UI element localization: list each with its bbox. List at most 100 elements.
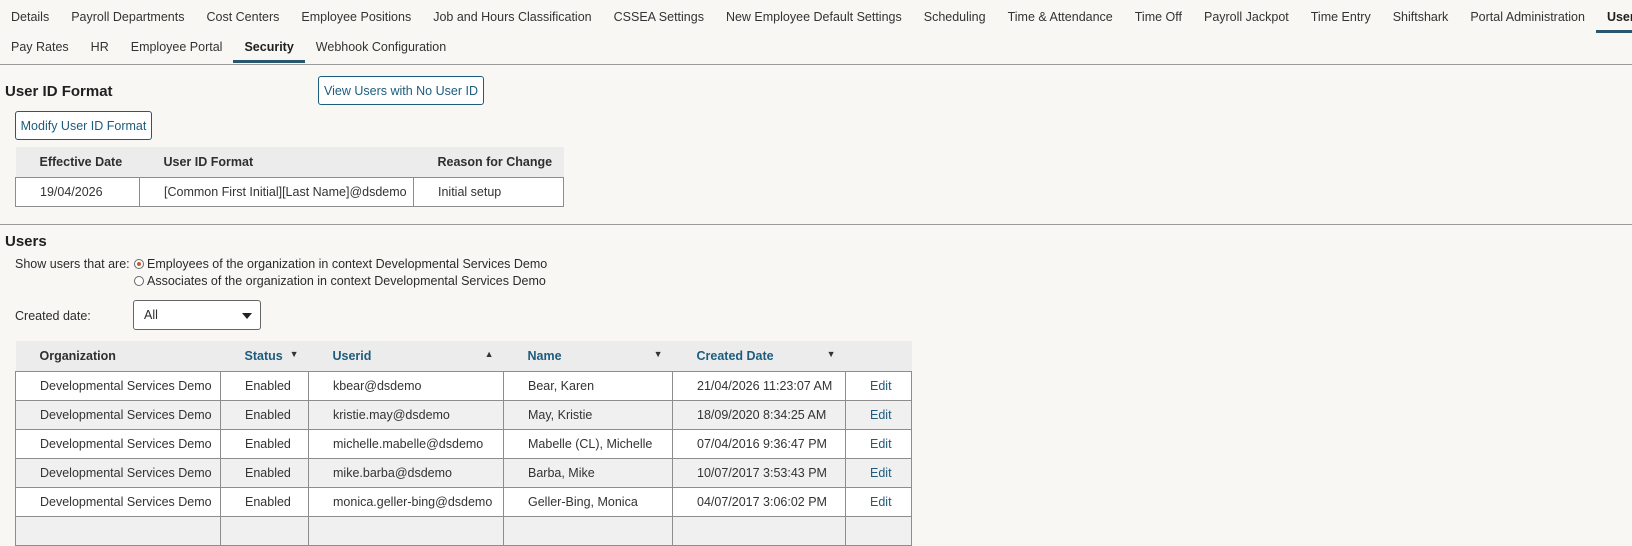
- cell-organization: Developmental Services Demo: [15, 400, 221, 430]
- cell-effective-date: 19/04/2026: [15, 177, 140, 207]
- status-sort-label[interactable]: Status: [245, 349, 283, 363]
- view-users-no-id-button[interactable]: View Users with No User ID: [318, 76, 484, 105]
- users-heading: Users: [5, 233, 47, 250]
- cell-name: May, Kristie: [503, 400, 673, 430]
- tab-time-attendance[interactable]: Time & Attendance: [997, 2, 1124, 32]
- tab-time-off[interactable]: Time Off: [1124, 2, 1193, 32]
- created-date-value: All: [144, 308, 158, 322]
- table-row: Developmental Services Demo Enabled moni…: [15, 487, 912, 517]
- cell-status: Enabled: [220, 371, 309, 401]
- userid-sort-label[interactable]: Userid: [333, 349, 372, 363]
- cell-name: Bear, Karen: [503, 371, 673, 401]
- col-userid[interactable]: Userid ▲: [308, 341, 504, 372]
- tab-cost-centers[interactable]: Cost Centers: [195, 2, 290, 32]
- tab-portal-administration[interactable]: Portal Administration: [1459, 2, 1596, 32]
- cell-organization: Developmental Services Demo: [15, 458, 221, 488]
- created-sort-label[interactable]: Created Date: [697, 349, 774, 363]
- cell-name: Geller-Bing, Monica: [503, 487, 673, 517]
- tab-cssea-settings[interactable]: CSSEA Settings: [603, 2, 715, 32]
- cell-status: Enabled: [220, 400, 309, 430]
- sort-up-icon[interactable]: ▲: [485, 349, 494, 359]
- sort-down-icon[interactable]: ▼: [827, 349, 836, 359]
- col-name[interactable]: Name ▼: [503, 341, 673, 372]
- cell-status: Enabled: [220, 487, 309, 517]
- edit-link[interactable]: Edit: [870, 466, 892, 480]
- tab-new-employee-defaults[interactable]: New Employee Default Settings: [715, 2, 913, 32]
- tab-users[interactable]: Users: [1595, 2, 1632, 33]
- cell-created-date: 18/09/2020 8:34:25 AM: [672, 400, 846, 430]
- radio-selected-icon[interactable]: [134, 259, 144, 269]
- user-id-format-heading: User ID Format: [5, 83, 113, 100]
- tab-employee-positions[interactable]: Employee Positions: [290, 2, 422, 32]
- show-users-label: Show users that are:: [15, 257, 130, 271]
- tab-job-hours-classification[interactable]: Job and Hours Classification: [422, 2, 602, 32]
- user-id-format-table: Effective Date User ID Format Reason for…: [15, 147, 564, 207]
- cell-actions: [845, 516, 912, 546]
- cell-userid: kbear@dsdemo: [308, 371, 504, 401]
- tab-shiftshark[interactable]: Shiftshark: [1382, 2, 1460, 32]
- cell-created-date: 04/07/2017 3:06:02 PM: [672, 487, 846, 517]
- tab-payroll-jackpot[interactable]: Payroll Jackpot: [1193, 2, 1300, 32]
- cell-actions: Edit: [845, 487, 912, 517]
- chevron-down-icon: [242, 313, 252, 319]
- edit-link[interactable]: Edit: [870, 408, 892, 422]
- created-date-label: Created date:: [15, 309, 91, 323]
- sort-down-icon[interactable]: ▼: [290, 349, 299, 359]
- cell-created-date: 07/04/2016 9:36:47 PM: [672, 429, 846, 459]
- section-divider: [0, 224, 1632, 225]
- cell-actions: Edit: [845, 371, 912, 401]
- cell-userid: [308, 516, 504, 546]
- tab-employee-portal[interactable]: Employee Portal: [120, 32, 234, 62]
- cell-userid: michelle.mabelle@dsdemo: [308, 429, 504, 459]
- cell-reason: Initial setup: [413, 177, 564, 207]
- radio-employees-option[interactable]: Employees of the organization in context…: [134, 257, 547, 271]
- cell-user-id-format: [Common First Initial][Last Name]@dsdemo: [139, 177, 414, 207]
- tab-webhook-configuration[interactable]: Webhook Configuration: [305, 32, 457, 62]
- sort-down-icon[interactable]: ▼: [654, 349, 663, 359]
- users-table: Organization Status ▼ Userid ▲ Name ▼ Cr…: [15, 341, 912, 546]
- table-row: Developmental Services Demo Enabled mich…: [15, 429, 912, 459]
- radio-unselected-icon[interactable]: [134, 276, 144, 286]
- cell-organization: Developmental Services Demo: [15, 487, 221, 517]
- tab-pay-rates[interactable]: Pay Rates: [0, 32, 80, 62]
- tab-details[interactable]: Details: [0, 2, 60, 32]
- radio-employees-label: Employees of the organization in context…: [147, 257, 548, 271]
- cell-userid: mike.barba@dsdemo: [308, 458, 504, 488]
- table-row: Developmental Services Demo Enabled kbea…: [15, 371, 912, 401]
- edit-link[interactable]: Edit: [870, 379, 892, 393]
- table-row: Developmental Services Demo Enabled mike…: [15, 458, 912, 488]
- edit-link[interactable]: Edit: [870, 495, 892, 509]
- created-date-select[interactable]: All: [133, 300, 261, 330]
- radio-associates-label: Associates of the organization in contex…: [147, 274, 546, 288]
- cell-name: Barba, Mike: [503, 458, 673, 488]
- name-sort-label[interactable]: Name: [528, 349, 562, 363]
- col-actions: [845, 341, 912, 372]
- cell-userid: monica.geller-bing@dsdemo: [308, 487, 504, 517]
- col-organization: Organization: [15, 341, 221, 372]
- cell-actions: Edit: [845, 400, 912, 430]
- radio-associates-option[interactable]: Associates of the organization in contex…: [134, 274, 546, 288]
- tab-payroll-departments[interactable]: Payroll Departments: [60, 2, 195, 32]
- edit-link[interactable]: Edit: [870, 437, 892, 451]
- tab-time-entry[interactable]: Time Entry: [1300, 2, 1382, 32]
- cell-userid: kristie.may@dsdemo: [308, 400, 504, 430]
- modify-user-id-format-button[interactable]: Modify User ID Format: [15, 111, 152, 140]
- cell-status: Enabled: [220, 429, 309, 459]
- cell-organization: Developmental Services Demo: [15, 429, 221, 459]
- cell-created-date: 21/04/2026 11:23:07 AM: [672, 371, 846, 401]
- tab-hr[interactable]: HR: [80, 32, 120, 62]
- tabs-row-secondary: Pay Rates HR Employee Portal Security We…: [0, 32, 457, 63]
- cell-created-date: 10/07/2017 3:53:43 PM: [672, 458, 846, 488]
- cell-organization: Developmental Services Demo: [15, 371, 221, 401]
- col-effective-date: Effective Date: [15, 147, 140, 178]
- col-status[interactable]: Status ▼: [220, 341, 309, 372]
- cell-status: Enabled: [220, 458, 309, 488]
- tab-scheduling[interactable]: Scheduling: [913, 2, 997, 32]
- cell-actions: Edit: [845, 429, 912, 459]
- tabs-row-primary: Details Payroll Departments Cost Centers…: [0, 2, 1632, 33]
- tab-security[interactable]: Security: [233, 32, 306, 63]
- table-row: [15, 516, 912, 546]
- col-reason-for-change: Reason for Change: [413, 147, 564, 178]
- cell-name: Mabelle (CL), Michelle: [503, 429, 673, 459]
- col-created-date[interactable]: Created Date ▼: [672, 341, 846, 372]
